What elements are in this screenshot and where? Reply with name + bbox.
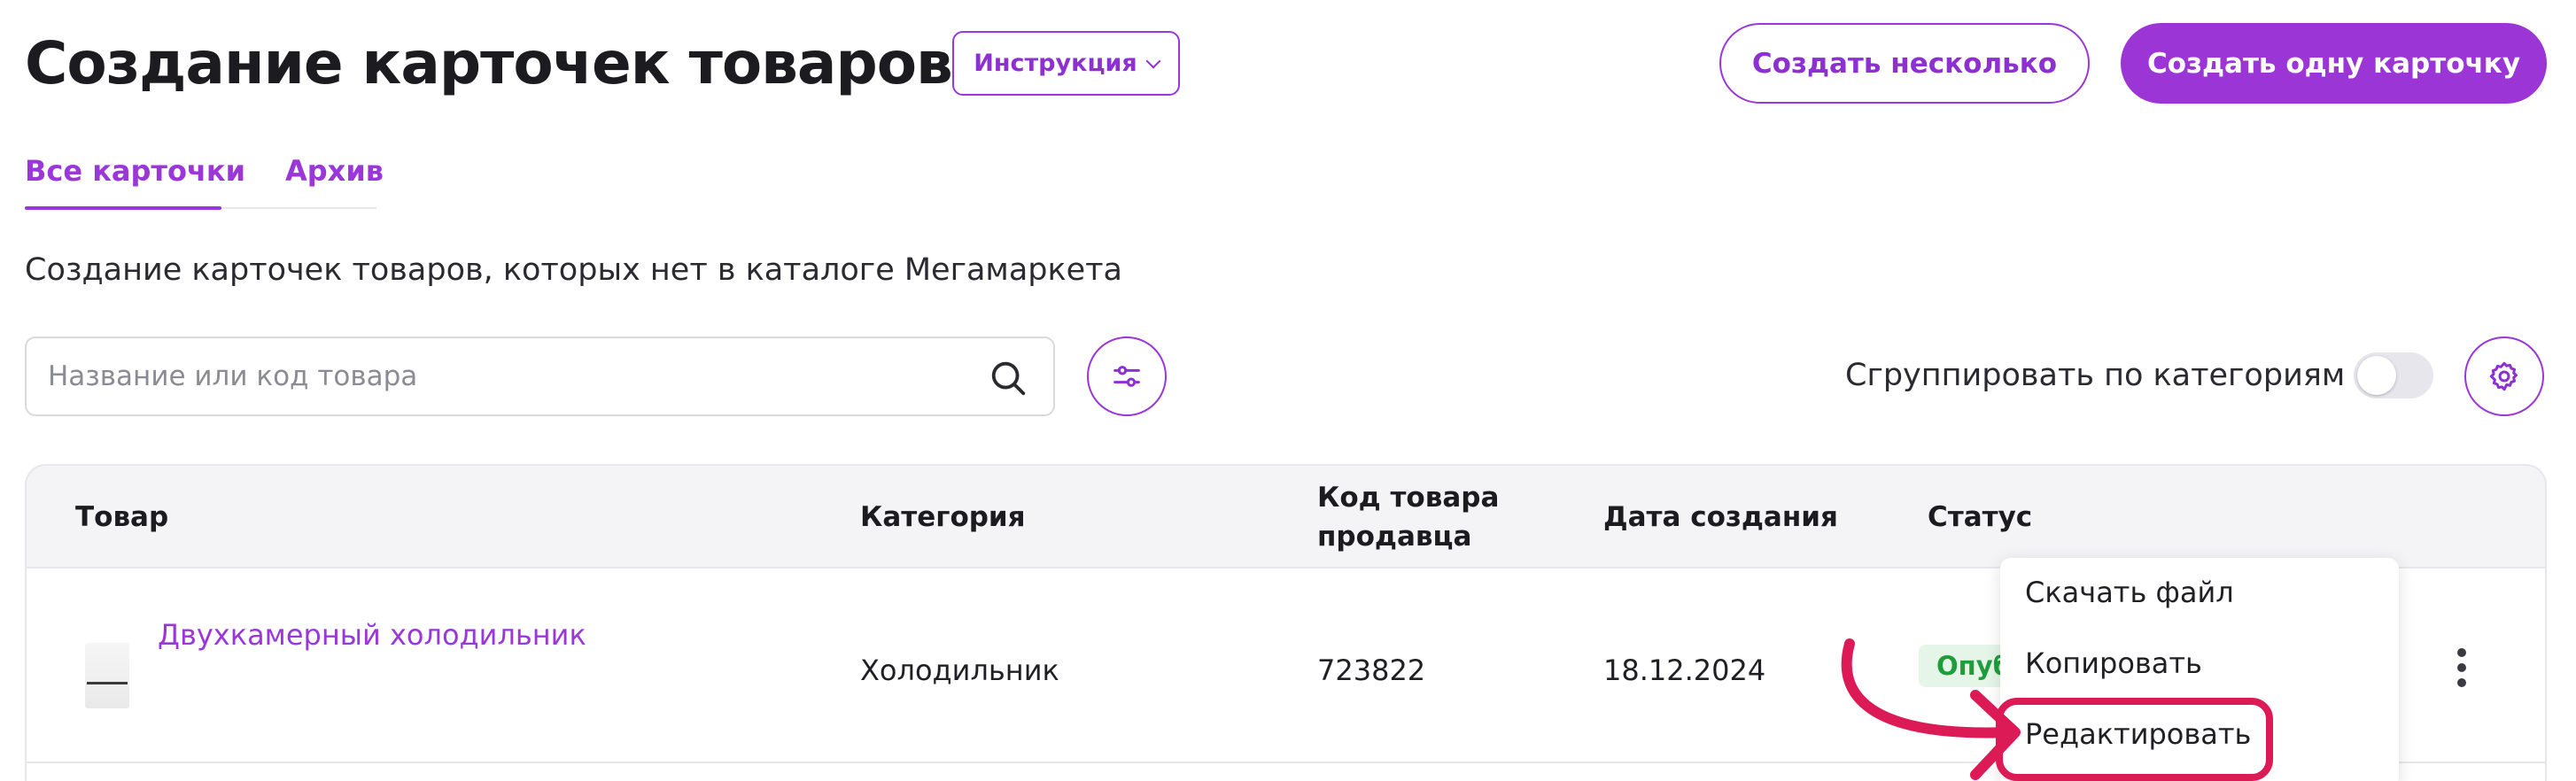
page-title: Создание карточек товаров [25,29,953,97]
menu-item-download-file[interactable]: Скачать файл [2025,576,2234,609]
filter-sliders-icon [1113,366,1140,387]
create-multiple-button[interactable]: Создать несколько [1719,23,2090,104]
instruction-label: Инструкция [974,50,1137,77]
menu-item-copy[interactable]: Копировать [2025,646,2202,680]
more-vertical-icon[interactable] [2453,648,2471,687]
product-thumbnail[interactable] [85,643,129,708]
tab-archive[interactable]: Архив [285,154,384,188]
table-header: Товар Категория Код товара продавца Дата… [27,466,2545,568]
column-header-seller-code[interactable]: Код товара продавца [1317,478,1499,556]
tab-all-cards[interactable]: Все карточки [25,154,245,188]
column-header-created-date[interactable]: Дата создания [1603,498,1838,537]
created-date-cell: 18.12.2024 [1603,653,1766,687]
active-tab-indicator [25,206,221,210]
category-cell: Холодильник [860,653,1059,687]
group-by-category-toggle[interactable] [2354,352,2433,398]
gear-icon [2489,361,2518,391]
instruction-dropdown-button[interactable]: Инструкция [952,31,1180,96]
toggle-knob [2357,356,2396,395]
product-name-link[interactable]: Двухкамерный холодильник [158,618,586,652]
filter-button[interactable] [1087,336,1167,416]
arrow-annotation [1841,638,2021,780]
tabs: Все карточки Архив [25,151,384,210]
table-settings-button[interactable] [2464,336,2544,416]
search-box [25,336,1055,416]
column-header-category[interactable]: Категория [860,498,1026,537]
column-header-status[interactable]: Статус [1928,498,2032,537]
column-header-seller-code-line1: Код товара [1317,482,1500,514]
create-one-card-button[interactable]: Создать одну карточку [2121,23,2547,104]
seller-code-cell: 723822 [1317,653,1426,687]
chevron-down-icon [1145,53,1161,68]
column-header-seller-code-line2: продавца [1317,521,1472,553]
search-input[interactable] [48,338,960,414]
search-icon[interactable] [988,358,1028,398]
column-header-product[interactable]: Товар [75,498,168,537]
group-by-category-label: Сгруппировать по категориям [1845,358,2346,393]
page-description: Создание карточек товаров, которых нет в… [25,252,1122,288]
